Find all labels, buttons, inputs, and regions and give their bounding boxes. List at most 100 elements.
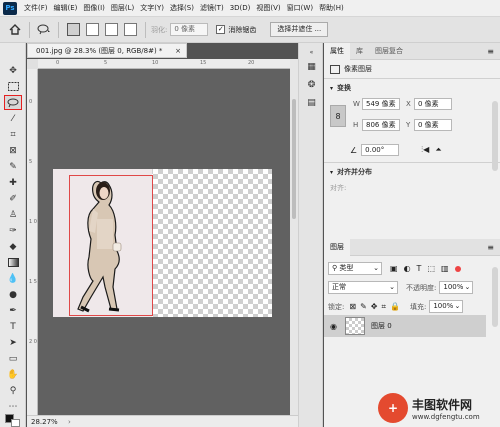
blur-tool-icon[interactable]: 💧 — [4, 271, 22, 286]
swatches-panel-icon[interactable]: ❂ — [305, 79, 318, 91]
marquee-tool-icon[interactable] — [4, 79, 22, 94]
lock-artboard-icon[interactable]: ⌗ — [381, 302, 386, 312]
menu-3d[interactable]: 3D(D) — [227, 4, 254, 12]
canvas-vertical-scrollbar[interactable] — [290, 59, 298, 415]
site-url: www.dgfengtu.com — [412, 412, 480, 421]
intersect-selection-button[interactable] — [124, 23, 137, 36]
link-dimensions-icon[interactable]: 8 — [330, 105, 346, 127]
hand-tool-icon[interactable]: ✋ — [4, 367, 22, 382]
subtract-selection-button[interactable] — [105, 23, 118, 36]
filter-smart-icon[interactable]: ▥ — [441, 264, 449, 273]
fill-input[interactable]: 100% ⌄ — [429, 300, 464, 313]
document-tab[interactable]: 001.jpg @ 28.3% (图层 0, RGB/8#) * × — [27, 43, 187, 58]
select-and-mask-button[interactable]: 选择并遮住 ... — [270, 22, 329, 37]
lasso-tool-icon[interactable] — [4, 95, 22, 110]
layers-menu-icon[interactable]: ≡ — [487, 243, 494, 252]
grid-panel-icon[interactable]: ▤ — [305, 97, 318, 109]
menu-view[interactable]: 视图(V) — [253, 3, 283, 13]
y-input[interactable]: 0 像素 — [414, 119, 452, 131]
layers-scrollbar[interactable] — [492, 267, 498, 327]
angle-input[interactable]: 0.00° — [361, 144, 400, 156]
layer-thumbnail[interactable] — [344, 317, 365, 335]
rectangle-tool-icon[interactable]: ▭ — [4, 351, 22, 366]
feather-input[interactable]: 0 像素 — [170, 23, 209, 36]
document-canvas[interactable] — [53, 169, 272, 317]
pen-tool-icon[interactable]: ✒ — [4, 303, 22, 318]
visibility-eye-icon[interactable]: ◉ — [330, 322, 337, 331]
blend-mode-select[interactable]: 正常 ⌄ — [328, 281, 398, 294]
ruler-label: 10 — [152, 60, 159, 66]
filter-shape-icon[interactable]: ⬚ — [427, 264, 435, 273]
menu-window[interactable]: 窗口(W) — [284, 3, 316, 13]
history-brush-tool-icon[interactable]: ✑ — [4, 223, 22, 238]
status-bar: 28.27% › — [27, 415, 298, 427]
opacity-input[interactable]: 100% ⌄ — [439, 281, 474, 294]
lasso-preset-icon[interactable] — [35, 21, 53, 39]
menu-image[interactable]: 图像(I) — [80, 3, 108, 13]
flip-horizontal-icon[interactable]: ⫶◀ — [421, 145, 429, 155]
zoom-tool-icon[interactable]: ⚲ — [4, 383, 22, 398]
x-input[interactable]: 0 像素 — [414, 98, 452, 110]
status-arrow-icon[interactable]: › — [68, 418, 71, 426]
menu-layer[interactable]: 图层(L) — [108, 3, 137, 13]
gradient-tool-icon[interactable] — [4, 255, 22, 270]
clone-stamp-tool-icon[interactable]: ♙ — [4, 207, 22, 222]
lock-pixels-icon[interactable]: ✎ — [360, 302, 367, 311]
height-input[interactable]: 806 像素 — [362, 119, 400, 131]
align-header[interactable]: ▾ 对齐并分布 — [324, 163, 500, 181]
tab-layers[interactable]: 图层 — [324, 238, 350, 256]
crop-tool-icon[interactable]: ⌗ — [4, 127, 22, 142]
healing-brush-tool-icon[interactable]: ✚ — [4, 175, 22, 190]
filter-adjustment-icon[interactable]: ◐ — [404, 264, 411, 273]
dodge-tool-icon[interactable]: ● — [4, 287, 22, 302]
menu-edit[interactable]: 编辑(E) — [51, 3, 81, 13]
brush-tool-icon[interactable]: ✐ — [4, 191, 22, 206]
eyedropper-tool-icon[interactable]: ✎ — [4, 159, 22, 174]
collapse-arrow-icon[interactable]: ▾ — [330, 169, 333, 176]
zoom-level[interactable]: 28.27% — [31, 418, 58, 426]
frame-tool-icon[interactable]: ⊠ — [4, 143, 22, 158]
tab-layer-comps[interactable]: 图层复合 — [369, 43, 409, 60]
menu-select[interactable]: 选择(S) — [167, 3, 197, 13]
new-selection-button[interactable] — [67, 23, 80, 36]
menu-file[interactable]: 文件(F) — [21, 3, 51, 13]
lock-transparent-icon[interactable]: ⊠ — [349, 302, 356, 311]
close-tab-icon[interactable]: × — [175, 47, 181, 55]
path-selection-tool-icon[interactable]: ➤ — [4, 335, 22, 350]
home-icon[interactable] — [6, 21, 24, 39]
eraser-tool-icon[interactable]: ◆ — [4, 239, 22, 254]
tab-properties[interactable]: 属性 — [324, 42, 350, 60]
add-selection-button[interactable] — [86, 23, 99, 36]
antialias-checkbox[interactable]: ✓ — [216, 25, 226, 34]
layer-name[interactable]: 图层 0 — [371, 321, 392, 331]
filter-type-icon[interactable]: T — [417, 264, 422, 273]
kind-filter-select[interactable]: ⚲ 类型 ⌄ — [328, 262, 382, 275]
filter-pixel-icon[interactable]: ▣ — [390, 264, 398, 273]
layer-row[interactable]: ◉ 图层 0 — [324, 315, 486, 337]
ruler-origin[interactable] — [27, 59, 38, 69]
panel-menu-icon[interactable]: ≡ — [487, 47, 494, 56]
pixel-layer-icon — [330, 64, 340, 74]
type-tool-icon[interactable]: T — [4, 319, 22, 334]
ruler-label: 1 0 — [29, 219, 37, 225]
properties-scrollbar[interactable] — [492, 101, 498, 171]
filter-toggle-icon[interactable] — [454, 265, 461, 272]
menu-filter[interactable]: 滤镜(T) — [197, 3, 227, 13]
menu-help[interactable]: 帮助(H) — [316, 3, 347, 13]
lock-position-icon[interactable]: ✥ — [371, 302, 378, 311]
blend-row: 正常 ⌄ 不透明度: 100% ⌄ — [328, 281, 474, 294]
ruler-label: 5 — [104, 60, 108, 66]
collapse-panels-icon[interactable]: « — [305, 46, 318, 58]
width-input[interactable]: 549 像素 — [362, 98, 400, 110]
menu-type[interactable]: 文字(Y) — [137, 3, 167, 13]
move-tool-icon[interactable]: ✥ — [4, 63, 22, 78]
edit-toolbar-icon[interactable]: ⋯ — [4, 399, 22, 414]
history-panel-icon[interactable]: ▦ — [305, 61, 318, 73]
lock-all-icon[interactable]: 🔒 — [390, 302, 400, 311]
tab-libraries[interactable]: 库 — [350, 43, 369, 60]
flip-vertical-icon[interactable]: ⏶ — [435, 145, 441, 155]
magic-wand-tool-icon[interactable]: ⁄ — [4, 111, 22, 126]
background-color-swatch[interactable] — [11, 419, 20, 427]
collapse-arrow-icon[interactable]: ▾ — [330, 85, 333, 92]
transform-header[interactable]: ▾ 变换 — [324, 79, 500, 97]
